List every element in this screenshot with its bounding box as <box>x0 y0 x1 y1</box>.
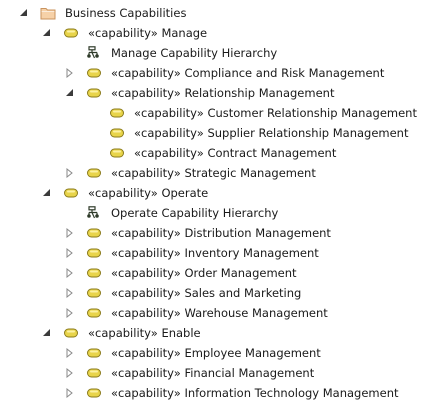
tree-item-label: «capability» Financial Management <box>111 366 315 380</box>
tree-item-label: «capability» Customer Relationship Manag… <box>134 106 417 120</box>
tree-item-label: «capability» Operate <box>88 186 209 200</box>
tree-item-manage[interactable]: «capability» Manage <box>0 23 431 43</box>
tree-item-relationship-management[interactable]: «capability» Relationship Management <box>0 83 431 103</box>
tree-item-information-technology-management[interactable]: «capability» Information Technology Mana… <box>0 383 431 403</box>
capability-icon <box>86 343 102 363</box>
tree-item-business-capabilities[interactable]: Business Capabilities <box>0 3 431 23</box>
expand-arrow-icon[interactable] <box>63 223 77 243</box>
tree-item-strategic-management[interactable]: «capability» Strategic Management <box>0 163 431 183</box>
capability-icon <box>109 123 125 143</box>
expand-arrow-icon[interactable] <box>63 63 77 83</box>
expand-arrow-icon[interactable] <box>63 303 77 323</box>
tree-item-supplier-relationship-management[interactable]: «capability» Supplier Relationship Manag… <box>0 123 431 143</box>
expand-arrow-icon[interactable] <box>63 343 77 363</box>
expand-arrow-icon[interactable] <box>63 243 77 263</box>
capability-icon <box>86 223 102 243</box>
tree-item-employee-management[interactable]: «capability» Employee Management <box>0 343 431 363</box>
expand-arrow-icon[interactable] <box>63 383 77 403</box>
tree-item-label: Manage Capability Hierarchy <box>111 46 278 60</box>
project-browser-tree: Business Capabilities «capability» Manage… <box>0 3 431 403</box>
collapse-arrow-icon[interactable] <box>40 183 54 203</box>
tree-item-manage-capability-hierarchy[interactable]: Manage Capability Hierarchy <box>0 43 431 63</box>
folder-icon <box>40 3 56 23</box>
tree-item-label: «capability» Enable <box>88 326 201 340</box>
capability-icon <box>86 283 102 303</box>
tree-item-contract-management[interactable]: «capability» Contract Management <box>0 143 431 163</box>
tree-item-enable[interactable]: «capability» Enable <box>0 323 431 343</box>
tree-item-label: Operate Capability Hierarchy <box>111 206 279 220</box>
capability-icon <box>86 363 102 383</box>
collapse-arrow-icon[interactable] <box>17 3 31 23</box>
diagram-icon <box>86 43 102 63</box>
capability-icon <box>86 383 102 403</box>
capability-icon <box>86 63 102 83</box>
tree-item-label: «capability» Manage <box>88 26 208 40</box>
capability-icon <box>86 83 102 103</box>
tree-item-sales-and-marketing[interactable]: «capability» Sales and Marketing <box>0 283 431 303</box>
tree-item-label: «capability» Warehouse Management <box>111 306 328 320</box>
capability-icon <box>63 323 79 343</box>
tree-item-label: «capability» Relationship Management <box>111 86 335 100</box>
tree-item-label: «capability» Distribution Management <box>111 226 331 240</box>
expand-arrow-icon[interactable] <box>63 363 77 383</box>
collapse-arrow-icon[interactable] <box>40 23 54 43</box>
tree-item-label: «capability» Order Management <box>111 266 297 280</box>
tree-item-label: «capability» Information Technology Mana… <box>111 386 399 400</box>
tree-item-distribution-management[interactable]: «capability» Distribution Management <box>0 223 431 243</box>
expand-arrow-icon[interactable] <box>63 163 77 183</box>
capability-icon <box>86 163 102 183</box>
tree-item-operate[interactable]: «capability» Operate <box>0 183 431 203</box>
tree-item-operate-capability-hierarchy[interactable]: Operate Capability Hierarchy <box>0 203 431 223</box>
capability-icon <box>86 243 102 263</box>
tree-item-label: Business Capabilities <box>65 6 187 20</box>
tree-item-customer-relationship-management[interactable]: «capability» Customer Relationship Manag… <box>0 103 431 123</box>
tree-item-label: «capability» Inventory Management <box>111 246 319 260</box>
tree-item-order-management[interactable]: «capability» Order Management <box>0 263 431 283</box>
capability-icon <box>109 143 125 163</box>
collapse-arrow-icon[interactable] <box>40 323 54 343</box>
tree-item-inventory-management[interactable]: «capability» Inventory Management <box>0 243 431 263</box>
capability-icon <box>63 183 79 203</box>
tree-item-label: «capability» Sales and Marketing <box>111 286 302 300</box>
tree-item-label: «capability» Contract Management <box>134 146 337 160</box>
tree-item-label: «capability» Compliance and Risk Managem… <box>111 66 385 80</box>
diagram-icon <box>86 203 102 223</box>
expand-arrow-icon[interactable] <box>63 263 77 283</box>
tree-item-warehouse-management[interactable]: «capability» Warehouse Management <box>0 303 431 323</box>
expand-arrow-icon[interactable] <box>63 283 77 303</box>
capability-icon <box>86 263 102 283</box>
tree-item-label: «capability» Strategic Management <box>111 166 316 180</box>
tree-item-label: «capability» Supplier Relationship Manag… <box>134 126 409 140</box>
collapse-arrow-icon[interactable] <box>63 83 77 103</box>
tree-item-label: «capability» Employee Management <box>111 346 321 360</box>
capability-icon <box>109 103 125 123</box>
capability-icon <box>63 23 79 43</box>
capability-icon <box>86 303 102 323</box>
tree-item-financial-management[interactable]: «capability» Financial Management <box>0 363 431 383</box>
tree-item-compliance-and-risk-management[interactable]: «capability» Compliance and Risk Managem… <box>0 63 431 83</box>
